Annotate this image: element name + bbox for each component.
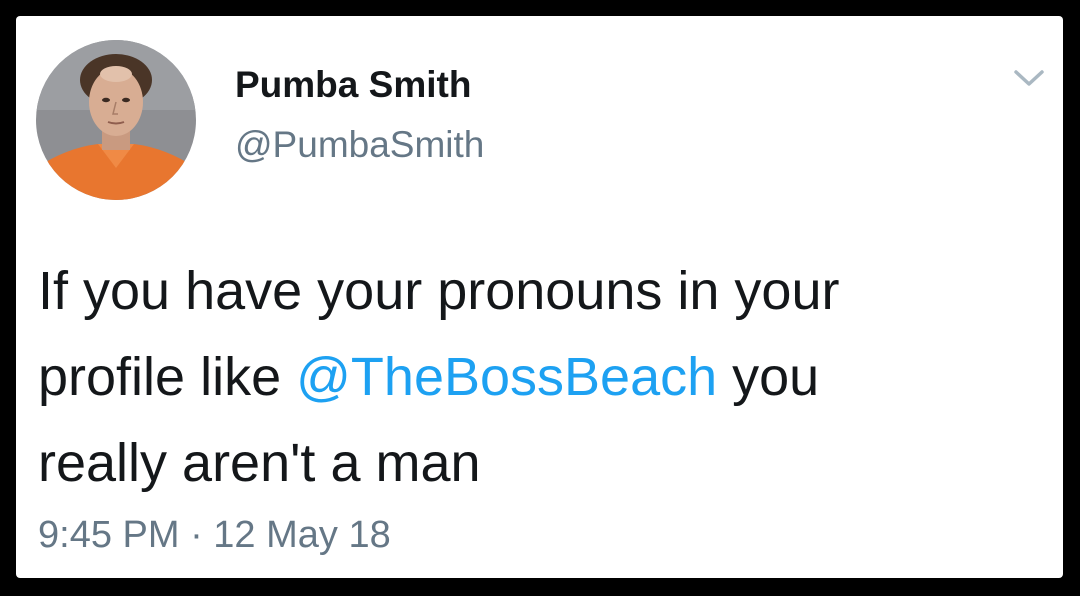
- chevron-down-icon: [1014, 70, 1044, 86]
- mention-link[interactable]: @TheBossBeach: [296, 347, 717, 407]
- tweet-text-line-1: If you have your pronouns in your: [38, 261, 840, 321]
- tweet-timestamp[interactable]: 9:45 PM · 12 May 18: [38, 514, 391, 557]
- tweet-menu-button[interactable]: [1012, 66, 1046, 90]
- screenshot-frame: Pumba Smith @PumbaSmith If you have your…: [0, 0, 1080, 596]
- tweet-text-line-3: really aren't a man: [38, 433, 481, 493]
- avatar[interactable]: [36, 40, 196, 200]
- tweet-text: If you have your pronouns in your profil…: [38, 248, 1048, 506]
- tweet-text-line-2-start: profile like: [38, 347, 297, 407]
- profile-photo: [36, 40, 196, 200]
- author-display-name[interactable]: Pumba Smith: [235, 64, 471, 106]
- tweet-text-line-2-end: you: [717, 347, 820, 407]
- author-handle[interactable]: @PumbaSmith: [235, 124, 484, 166]
- tweet-card: Pumba Smith @PumbaSmith If you have your…: [16, 16, 1063, 578]
